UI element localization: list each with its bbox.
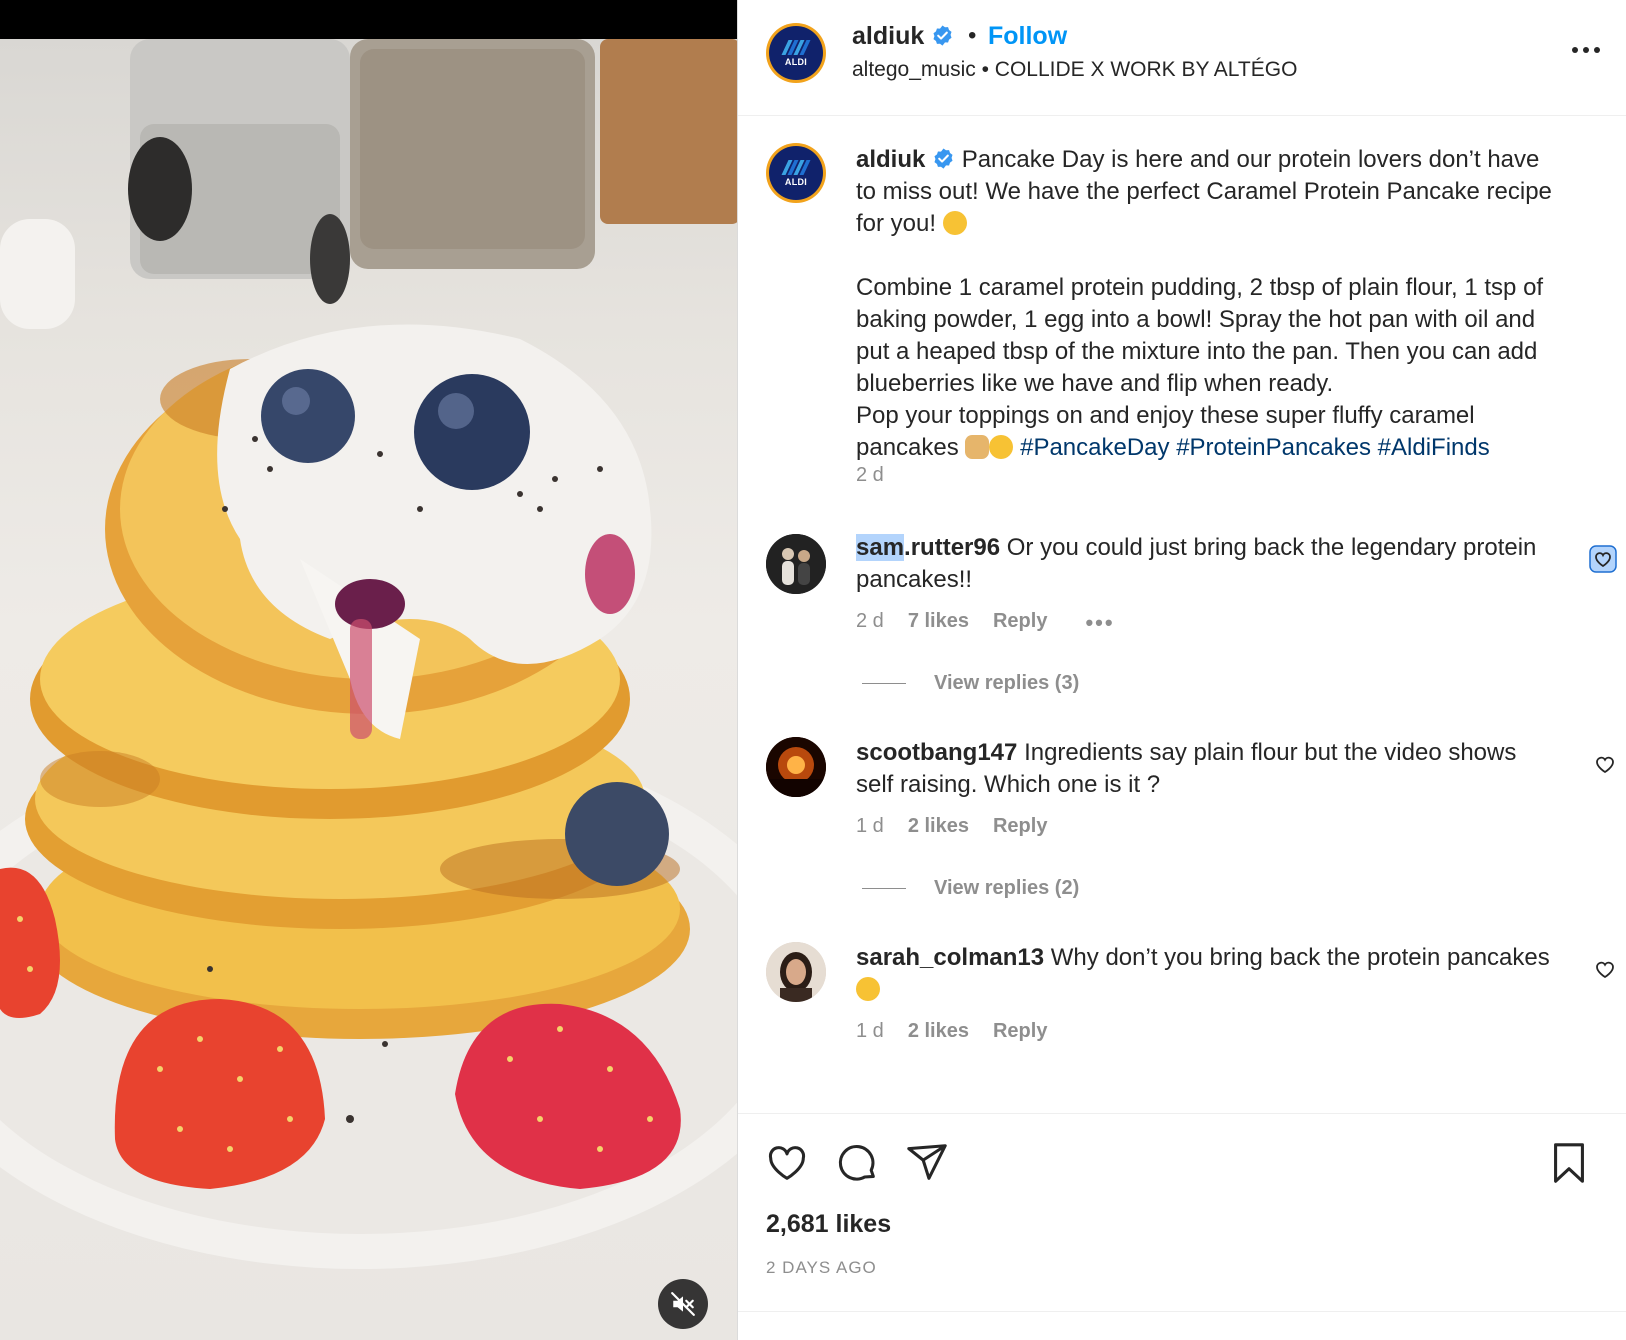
comment-meta: 2 d 7 likes Reply ••• bbox=[856, 610, 1115, 636]
pancakes-emoji-icon bbox=[965, 435, 990, 459]
audio-separator: • bbox=[981, 58, 989, 81]
more-options-icon[interactable] bbox=[1568, 38, 1604, 62]
pancake-illustration bbox=[0, 39, 737, 1269]
comment-likes[interactable]: 2 likes bbox=[908, 815, 969, 838]
comment-time[interactable]: 2 d bbox=[856, 610, 884, 636]
caption-meta: 2 d bbox=[856, 464, 884, 487]
comment-time[interactable]: 1 d bbox=[856, 1020, 884, 1043]
replies-line bbox=[862, 683, 906, 684]
crying-face-emoji-icon bbox=[856, 977, 880, 1001]
account-avatar[interactable]: ALDI bbox=[766, 23, 826, 83]
commenter-photo bbox=[766, 942, 826, 1002]
verified-icon bbox=[933, 25, 952, 46]
caption-time[interactable]: 2 d bbox=[856, 464, 884, 487]
hashtag-aldifinds[interactable]: #AldiFinds bbox=[1378, 434, 1490, 461]
reply-button[interactable]: Reply bbox=[993, 610, 1047, 636]
post-actions: 2,681 likes 2 DAYS AGO bbox=[738, 1113, 1626, 1340]
comment-time[interactable]: 1 d bbox=[856, 815, 884, 838]
comment-like-heart-icon[interactable] bbox=[1593, 957, 1617, 981]
audio-attribution[interactable]: altego_music • COLLIDE X WORK BY ALTÉGO bbox=[852, 58, 1297, 82]
username-rest[interactable]: .rutter96 bbox=[904, 534, 1000, 561]
account-username[interactable]: aldiuk bbox=[852, 22, 954, 51]
aldi-logo-text: ALDI bbox=[784, 56, 808, 67]
caption-username[interactable]: aldiuk bbox=[856, 146, 925, 173]
aldi-logo: ALDI bbox=[769, 26, 823, 80]
aldi-logo-text: ALDI bbox=[784, 176, 808, 187]
username-highlight[interactable]: sam bbox=[856, 534, 905, 561]
footer-divider bbox=[738, 1311, 1626, 1312]
bookmark-icon[interactable] bbox=[1546, 1140, 1592, 1186]
comments-section[interactable]: ALDI aldiuk Pancake Day is here and our … bbox=[738, 117, 1626, 1113]
view-replies-label[interactable]: View replies (3) bbox=[934, 672, 1079, 695]
post-date[interactable]: 2 DAYS AGO bbox=[766, 1258, 877, 1278]
verified-icon bbox=[934, 148, 953, 169]
reply-button[interactable]: Reply bbox=[993, 1020, 1047, 1043]
follow-button[interactable]: Follow bbox=[988, 22, 1067, 51]
view-replies-label[interactable]: View replies (2) bbox=[934, 877, 1079, 900]
share-icon[interactable] bbox=[904, 1140, 950, 1186]
post-media[interactable] bbox=[0, 0, 737, 1340]
hashtag-pancakeday[interactable]: #PancakeDay bbox=[1020, 434, 1169, 461]
media-top-bar bbox=[0, 0, 737, 39]
commenter-avatar[interactable] bbox=[766, 942, 826, 1002]
comment-more-icon[interactable]: ••• bbox=[1085, 610, 1114, 636]
caption-text-2: Combine 1 caramel protein pudding, 2 tbs… bbox=[856, 274, 1544, 397]
aldi-logo-stripes bbox=[781, 39, 811, 55]
reply-button[interactable]: Reply bbox=[993, 815, 1047, 838]
likes-count[interactable]: 2,681 likes bbox=[766, 1210, 891, 1239]
commenter-photo bbox=[766, 534, 826, 594]
comment-like-heart-icon[interactable] bbox=[1593, 752, 1617, 776]
hashtag-proteinpancakes[interactable]: #ProteinPancakes bbox=[1176, 434, 1371, 461]
comment-username[interactable]: sarah_colman13 bbox=[856, 944, 1044, 971]
smiling-face-with-hearts-emoji-icon bbox=[989, 435, 1014, 459]
comment-like-heart-icon[interactable] bbox=[1589, 545, 1617, 573]
comment-meta: 1 d 2 likes Reply bbox=[856, 815, 1047, 838]
mute-button[interactable] bbox=[658, 1279, 708, 1329]
post-side-panel: ALDI aldiuk • Follow altego_music • COLL… bbox=[738, 0, 1626, 1340]
post-caption: aldiuk Pancake Day is here and our prote… bbox=[856, 144, 1566, 464]
comment-3: sarah_colman13 Why don’t you bring back … bbox=[856, 942, 1556, 1006]
comment-username[interactable]: scootbang147 bbox=[856, 739, 1017, 766]
commenter-avatar[interactable] bbox=[766, 534, 826, 594]
replies-line bbox=[862, 888, 906, 889]
view-replies-button[interactable]: View replies (2) bbox=[862, 877, 1079, 900]
caption-paragraph-2: Combine 1 caramel protein pudding, 2 tbs… bbox=[856, 272, 1566, 400]
comment-icon[interactable] bbox=[834, 1140, 880, 1186]
account-username-text[interactable]: aldiuk bbox=[852, 22, 924, 50]
pancake-photo[interactable] bbox=[0, 39, 737, 1340]
comment-2: scootbang147 Ingredients say plain flour… bbox=[856, 737, 1556, 801]
commenter-photo bbox=[766, 737, 826, 797]
mute-icon bbox=[671, 1292, 695, 1316]
comment-username[interactable]: sam.rutter96 bbox=[856, 534, 1000, 561]
comment-1: sam.rutter96 Or you could just bring bac… bbox=[856, 532, 1556, 596]
commenter-avatar[interactable] bbox=[766, 737, 826, 797]
comment-likes[interactable]: 7 likes bbox=[908, 610, 969, 636]
aldi-logo: ALDI bbox=[769, 146, 823, 200]
header-separator: • bbox=[968, 22, 977, 49]
caption-avatar[interactable]: ALDI bbox=[766, 143, 826, 203]
like-heart-icon[interactable] bbox=[764, 1140, 810, 1186]
caption-paragraph-1: aldiuk Pancake Day is here and our prote… bbox=[856, 144, 1566, 240]
audio-artist[interactable]: altego_music bbox=[852, 58, 976, 81]
caption-paragraph-3: Pop your toppings on and enjoy these sup… bbox=[856, 400, 1566, 464]
view-replies-button[interactable]: View replies (3) bbox=[862, 672, 1079, 695]
yum-face-emoji-icon bbox=[942, 211, 967, 235]
aldi-logo-stripes bbox=[781, 159, 811, 175]
comment-text: Why don’t you bring back the protein pan… bbox=[1050, 944, 1550, 971]
audio-track[interactable]: COLLIDE X WORK BY ALTÉGO bbox=[995, 58, 1298, 81]
post-header: ALDI aldiuk • Follow altego_music • COLL… bbox=[738, 0, 1626, 116]
comment-meta: 1 d 2 likes Reply bbox=[856, 1020, 1047, 1043]
comment-likes[interactable]: 2 likes bbox=[908, 1020, 969, 1043]
